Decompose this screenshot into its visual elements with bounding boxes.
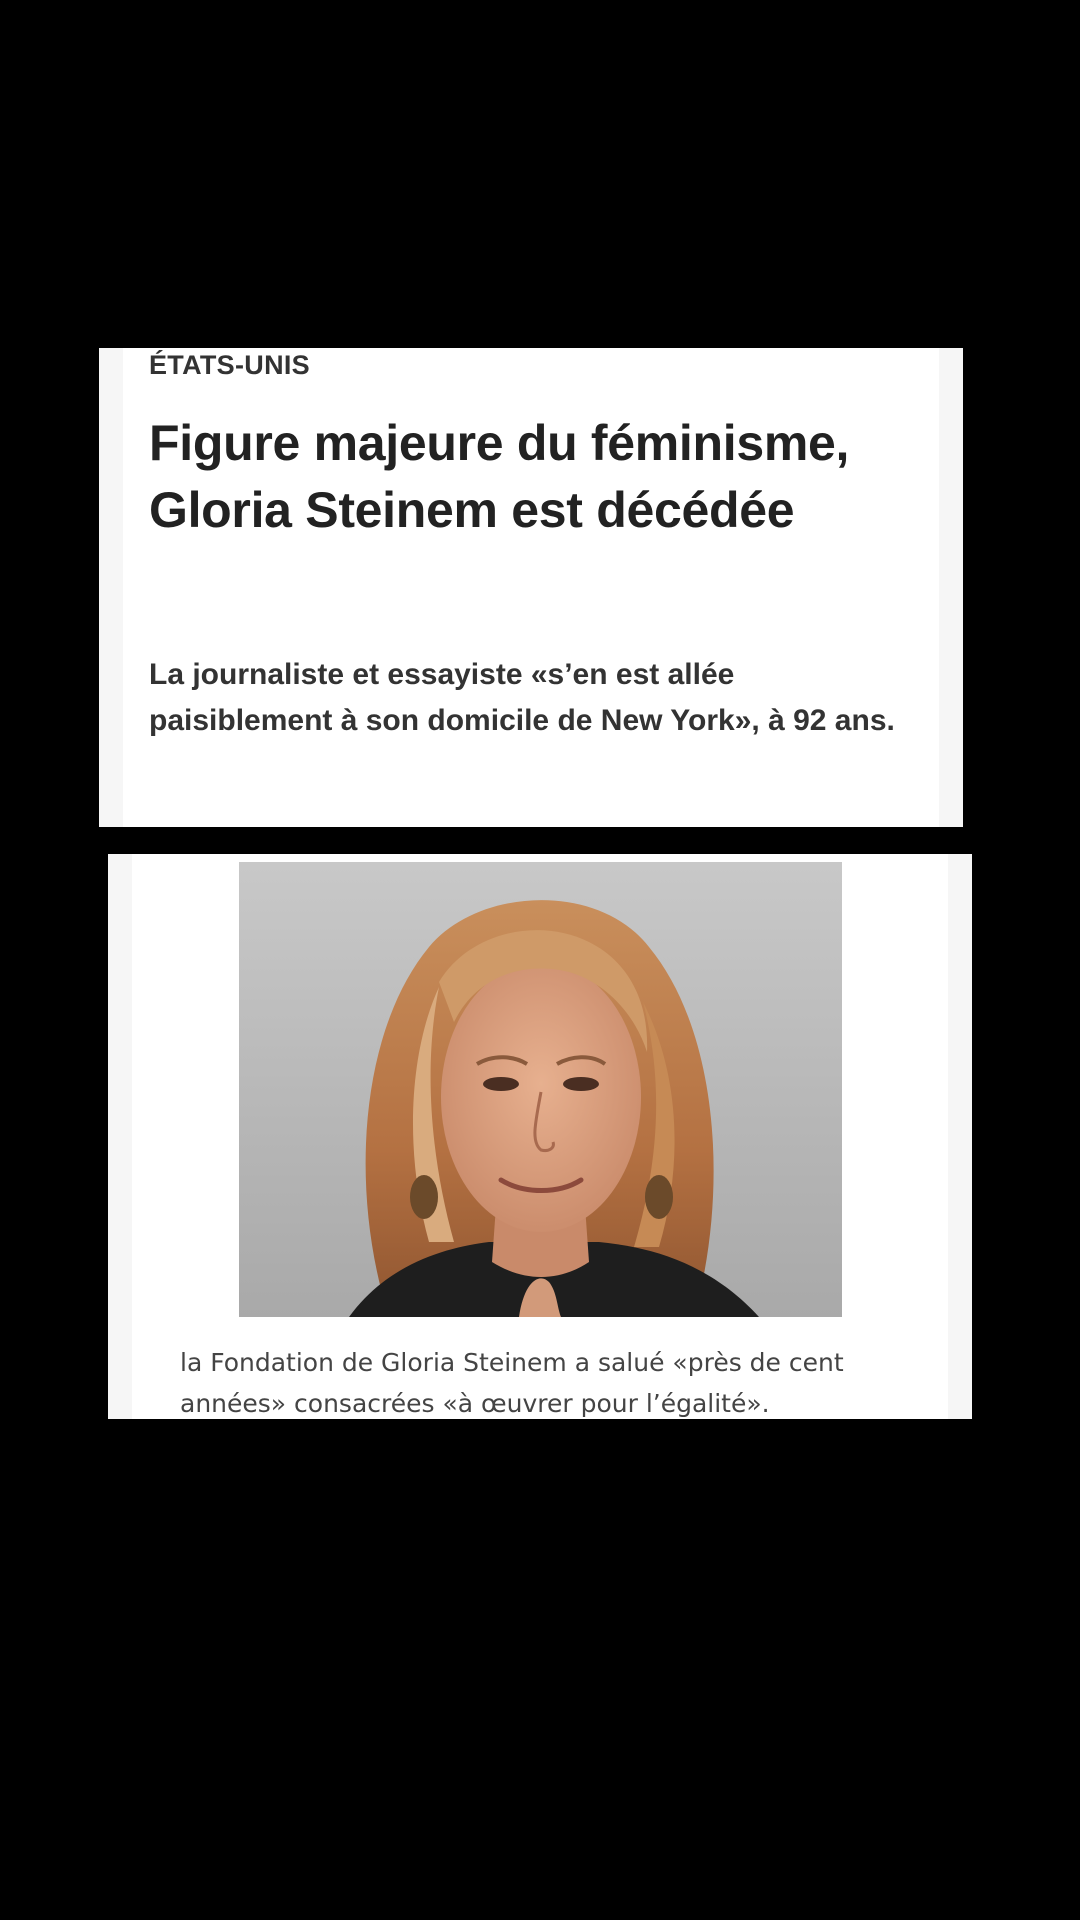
- portrait-illustration: [239, 862, 842, 1317]
- photo-caption: la Fondation de Gloria Steinem a salué «…: [180, 1348, 844, 1418]
- article-header-content: ÉTATS-UNIS Figure majeure du féminisme, …: [123, 348, 939, 827]
- portrait-photo[interactable]: [239, 862, 842, 1317]
- article-headline[interactable]: Figure majeure du féminisme, Gloria Stei…: [149, 410, 909, 544]
- article-photo-content: la Fondation de Gloria Steinem a salué «…: [132, 854, 948, 1419]
- section-kicker[interactable]: ÉTATS-UNIS: [149, 350, 310, 381]
- article-header-card: ÉTATS-UNIS Figure majeure du féminisme, …: [99, 348, 963, 827]
- article-photo-card: la Fondation de Gloria Steinem a salué «…: [108, 854, 972, 1419]
- article-standfirst: La journaliste et essayiste «s’en est al…: [149, 658, 895, 737]
